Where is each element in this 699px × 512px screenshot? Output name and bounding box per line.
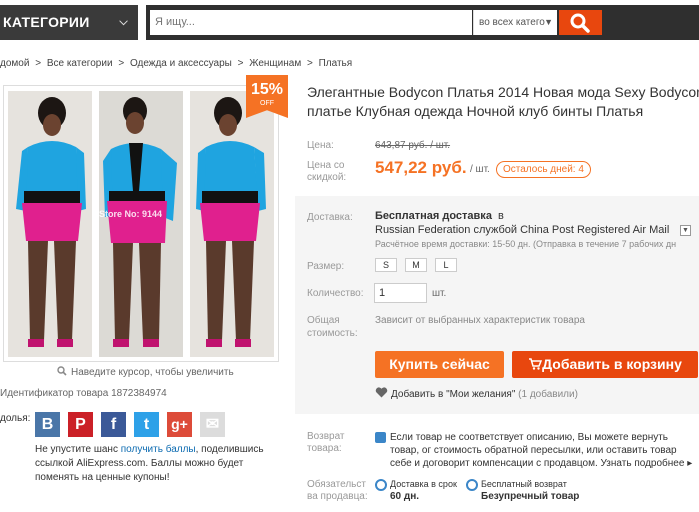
product-id: Идентификатор товара 1872384974 bbox=[0, 388, 167, 399]
returns-text: Если товар не соответствует описанию, Вы… bbox=[390, 431, 699, 470]
quantity-unit: шт. bbox=[432, 288, 447, 299]
breadcrumb-separator: > bbox=[306, 58, 313, 69]
discount-percent: 15% bbox=[250, 81, 284, 98]
wishlist-label: Добавить в "Мои желания" bbox=[391, 389, 516, 400]
seller-obligations-label-2: ва продавца: bbox=[307, 491, 368, 502]
search-button[interactable] bbox=[559, 10, 602, 35]
seller-obligations-label-1: Обязательст bbox=[307, 479, 366, 490]
search-icon bbox=[570, 13, 590, 33]
add-to-cart-label: Добавить в корзину bbox=[542, 356, 682, 372]
email-share-button[interactable]: ✉ bbox=[200, 412, 225, 437]
google-plus-share-button[interactable]: g+ bbox=[167, 412, 192, 437]
price-label: Цена: bbox=[307, 140, 334, 151]
pinterest-share-button[interactable]: P bbox=[68, 412, 93, 437]
shipping-dropdown-icon[interactable]: ▼ bbox=[680, 225, 691, 236]
search-scope-select[interactable]: во всех катего ▼ bbox=[473, 10, 557, 35]
categories-button[interactable]: КАТЕГОРИИ ⌵ bbox=[0, 5, 138, 40]
add-to-cart-button[interactable]: Добавить в корзину bbox=[512, 351, 698, 378]
product-title-line2: платье Клубная одежда Ночной клуб бинты … bbox=[307, 103, 644, 119]
total-label-2: стоимость: bbox=[307, 328, 358, 339]
breadcrumb-separator: > bbox=[35, 58, 42, 69]
wishlist-count: (1 добавили) bbox=[518, 389, 578, 400]
breadcrumb-separator: > bbox=[118, 58, 125, 69]
product-title: Элегантные Bodycon Платья 2014 Новая мод… bbox=[307, 83, 699, 121]
vk-share-button[interactable]: B bbox=[35, 412, 60, 437]
breadcrumb: домой > Все категории > Одежда и аксессу… bbox=[0, 58, 355, 69]
refresh-icon bbox=[466, 479, 478, 491]
learn-more-link[interactable]: Узнать подробнее ▸ bbox=[601, 458, 693, 469]
discount-price: 547,22 руб. bbox=[375, 158, 467, 177]
heart-icon bbox=[375, 387, 388, 398]
magnifier-icon bbox=[57, 366, 67, 376]
free-return-value: Безупречный товар bbox=[481, 491, 580, 502]
zoom-hint: Наведите курсор, чтобы увеличить bbox=[57, 366, 234, 378]
days-left-badge: Осталось дней: 4 bbox=[496, 161, 591, 178]
discount-price-label-1: Цена со bbox=[307, 160, 345, 171]
twitter-icon: t bbox=[143, 416, 150, 433]
on-time-delivery-value: 60 дн. bbox=[390, 491, 420, 502]
chevron-down-icon: ▼ bbox=[544, 17, 553, 27]
free-shipping: Бесплатная доставка bbox=[375, 210, 492, 222]
on-time-delivery-title: Доставка в срок bbox=[390, 479, 457, 489]
facebook-icon: f bbox=[110, 416, 117, 433]
shipping-label: Доставка: bbox=[307, 212, 353, 223]
shipping-method[interactable]: Russian Federation службой China Post Re… bbox=[375, 224, 669, 236]
total-label-1: Общая bbox=[307, 315, 340, 326]
product-gallery[interactable]: Store No: 9144 bbox=[3, 85, 279, 362]
categories-label: КАТЕГОРИИ bbox=[3, 14, 90, 30]
shipping-in: в bbox=[498, 210, 504, 222]
share-promo-text: Не упустите шанс получить баллы, поделив… bbox=[35, 443, 275, 485]
chevron-down-icon: ⌵ bbox=[119, 16, 128, 28]
vk-icon: B bbox=[41, 416, 54, 433]
size-label: Размер: bbox=[307, 261, 345, 272]
total-value: Зависит от выбранных характеристик товар… bbox=[375, 315, 585, 326]
quantity-input[interactable]: 1 bbox=[374, 283, 427, 303]
discount-price-label-2: скидкой: bbox=[307, 172, 347, 183]
breadcrumb-dresses[interactable]: Платья bbox=[319, 58, 353, 69]
breadcrumb-home[interactable]: домой bbox=[0, 58, 29, 69]
email-icon: ✉ bbox=[205, 416, 220, 433]
returns-label-1: Возврат bbox=[307, 431, 345, 442]
wishlist-link[interactable]: Добавить в "Мои желания" (1 добавили) bbox=[375, 387, 578, 400]
old-price: 643,87 руб. / шт. bbox=[375, 140, 451, 151]
cart-icon bbox=[529, 358, 543, 370]
returns-label-2: товара: bbox=[307, 443, 342, 454]
search-bar: во всех катего ▼ bbox=[146, 5, 699, 40]
product-photo[interactable]: Store No: 9144 bbox=[99, 91, 183, 357]
google-plus-icon: g+ bbox=[171, 416, 188, 432]
product-id-label: Идентификатор товара bbox=[0, 388, 109, 399]
breadcrumb-all-categories[interactable]: Все категории bbox=[47, 58, 113, 69]
search-scope-value: во всех катего bbox=[479, 17, 545, 28]
return-policy-icon bbox=[375, 432, 386, 443]
zoom-hint-text: Наведите курсор, чтобы увеличить bbox=[71, 367, 234, 378]
shipping-time: Расчётное время доставки: 15-50 дн. (Отп… bbox=[375, 239, 677, 249]
share-label: долья: bbox=[0, 413, 31, 424]
size-option-l[interactable]: L bbox=[435, 258, 457, 272]
watermark: Store No: 9144 bbox=[99, 209, 163, 219]
breadcrumb-women[interactable]: Женщинам bbox=[249, 58, 301, 69]
product-photo[interactable] bbox=[190, 91, 274, 357]
facebook-share-button[interactable]: f bbox=[101, 412, 126, 437]
product-id-value: 1872384974 bbox=[111, 388, 167, 399]
twitter-share-button[interactable]: t bbox=[134, 412, 159, 437]
get-points-link[interactable]: получить баллы bbox=[121, 444, 196, 455]
search-input[interactable] bbox=[150, 10, 472, 35]
quantity-label: Количество: bbox=[307, 288, 364, 299]
size-option-s[interactable]: S bbox=[375, 258, 397, 272]
clock-icon bbox=[375, 479, 387, 491]
top-bar: КАТЕГОРИИ ⌵ во всех катего ▼ bbox=[0, 0, 699, 50]
buy-now-button[interactable]: Купить сейчас bbox=[375, 351, 504, 378]
share-text-before: Не упустите шанс bbox=[35, 444, 121, 455]
breadcrumb-separator: > bbox=[237, 58, 244, 69]
per-unit: / шт. bbox=[470, 164, 490, 175]
discount-off: OFF bbox=[260, 100, 274, 107]
product-title-line1: Элегантные Bodycon Платья 2014 Новая мод… bbox=[307, 84, 699, 100]
pinterest-icon: P bbox=[75, 416, 86, 433]
product-photo[interactable] bbox=[8, 91, 92, 357]
size-option-m[interactable]: M bbox=[405, 258, 427, 272]
breadcrumb-clothing[interactable]: Одежда и аксессуары bbox=[130, 58, 232, 69]
free-return-title: Бесплатный возврат bbox=[481, 479, 567, 489]
